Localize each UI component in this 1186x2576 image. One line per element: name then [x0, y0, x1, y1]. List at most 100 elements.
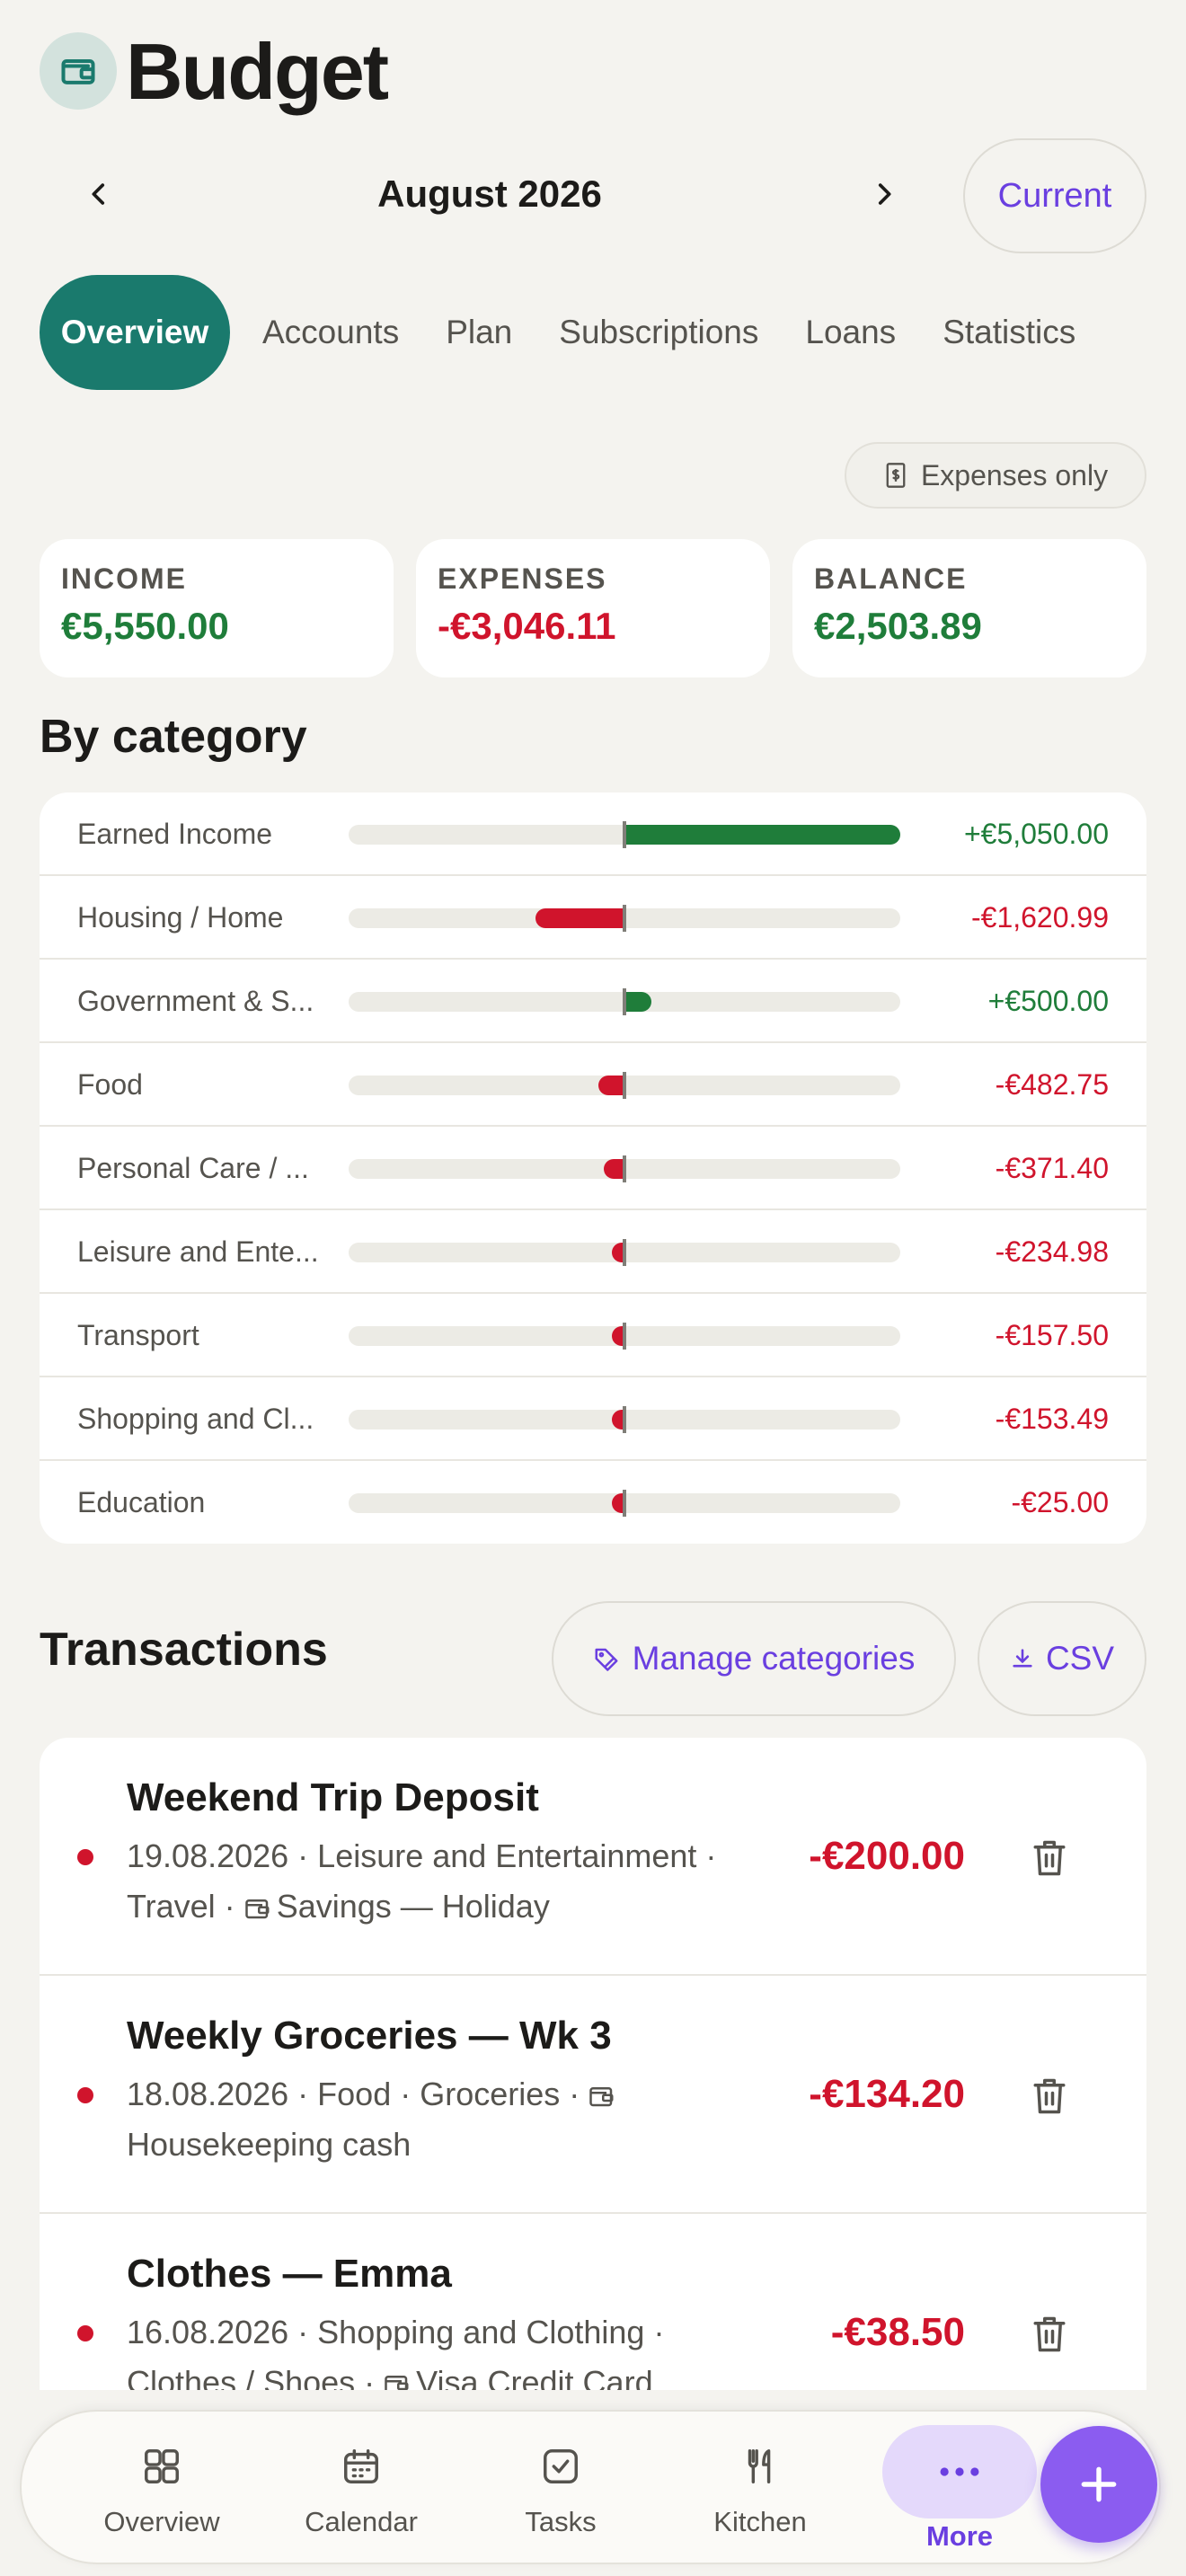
expense-dot	[77, 2087, 93, 2103]
download-icon	[1013, 1649, 1032, 1668]
tab-plan[interactable]: Plan	[422, 275, 535, 390]
trash-icon	[1033, 2078, 1066, 2114]
nav-overview-label: Overview	[103, 2506, 220, 2537]
category-list: Earned Income +€5,050.00 Housing / Home -€1…	[40, 792, 1146, 1544]
category-name: Personal Care / ...	[77, 1152, 309, 1184]
transaction-meta: 19.08.2026 · Leisure and Entertainment ·…	[127, 1831, 774, 1932]
category-bar-track	[349, 1323, 900, 1350]
expenses-only-toggle[interactable]: Expenses only	[845, 442, 1146, 509]
next-month-button[interactable]	[857, 167, 911, 221]
balance-label: BALANCE	[814, 562, 968, 595]
plus-icon	[1081, 2466, 1117, 2502]
trash-icon	[1033, 2316, 1066, 2352]
nav-calendar[interactable]: Calendar	[271, 2412, 451, 2566]
nav-calendar-label: Calendar	[305, 2506, 418, 2537]
category-row[interactable]: Housing / Home -€1,620.99	[40, 876, 1146, 960]
category-bar-track	[349, 905, 900, 932]
chevron-left-icon	[92, 183, 105, 205]
category-row[interactable]: Transport -€157.50	[40, 1294, 1146, 1377]
expenses-label: EXPENSES	[438, 562, 607, 595]
tabs-fade	[1105, 275, 1186, 390]
transaction-amount: -€134.20	[809, 2072, 965, 2116]
category-bar-track	[349, 1406, 900, 1433]
category-row[interactable]: Leisure and Ente... -€234.98	[40, 1210, 1146, 1294]
nav-kitchen[interactable]: Kitchen	[670, 2412, 850, 2566]
category-bar-zero-line	[623, 1406, 626, 1433]
expenses-card: EXPENSES -€3,046.11	[416, 539, 770, 677]
previous-month-button[interactable]	[72, 167, 126, 221]
category-row[interactable]: Food -€482.75	[40, 1043, 1146, 1127]
page-title: Budget	[126, 27, 389, 116]
delete-transaction-button[interactable]	[1026, 1835, 1073, 1881]
category-bar-track	[349, 1072, 900, 1099]
category-amount: -€234.98	[995, 1235, 1109, 1268]
check-square-icon	[544, 2449, 578, 2483]
current-month-button[interactable]: Current	[963, 138, 1146, 253]
category-row[interactable]: Earned Income +€5,050.00	[40, 792, 1146, 876]
trash-icon	[1033, 1840, 1066, 1876]
category-bar-fill	[604, 1159, 624, 1179]
nav-more[interactable]: More	[870, 2412, 1049, 2566]
category-row[interactable]: Government & S... +€500.00	[40, 960, 1146, 1043]
transaction-row[interactable]: Weekend Trip Deposit 19.08.2026 · Leisur…	[40, 1738, 1146, 1976]
receipt-icon	[886, 463, 906, 488]
category-bar-zero-line	[623, 1323, 626, 1350]
wallet-icon	[244, 1899, 270, 1919]
month-label: August 2026	[377, 173, 602, 215]
category-bar-track	[349, 1239, 900, 1266]
category-bar-fill	[624, 992, 652, 1012]
app-logo	[40, 32, 117, 110]
delete-transaction-button[interactable]	[1026, 2073, 1073, 2120]
nav-tasks[interactable]: Tasks	[471, 2412, 651, 2566]
transaction-list: Weekend Trip Deposit 19.08.2026 · Leisur…	[40, 1738, 1146, 2390]
category-bar-track	[349, 1490, 900, 1517]
category-row[interactable]: Shopping and Cl... -€153.49	[40, 1377, 1146, 1461]
tab-loans[interactable]: Loans	[782, 275, 919, 390]
category-name: Food	[77, 1068, 143, 1101]
transaction-row[interactable]: Weekly Groceries — Wk 3 18.08.2026 · Foo…	[40, 1976, 1146, 2214]
category-name: Earned Income	[77, 818, 273, 850]
manage-categories-button[interactable]: Manage categories	[552, 1601, 956, 1716]
transaction-amount: -€38.50	[830, 2310, 965, 2354]
calendar-icon	[344, 2449, 378, 2483]
category-row[interactable]: Education -€25.00	[40, 1461, 1146, 1544]
delete-transaction-button[interactable]	[1026, 2311, 1073, 2358]
tab-subscriptions[interactable]: Subscriptions	[535, 275, 782, 390]
transactions-title: Transactions	[40, 1624, 328, 1676]
transaction-title: Weekend Trip Deposit	[127, 1775, 539, 1819]
category-bar-fill	[597, 1076, 624, 1095]
category-name: Government & S...	[77, 985, 314, 1017]
expense-dot	[77, 2325, 93, 2341]
category-bar-zero-line	[623, 988, 626, 1015]
manage-categories-label: Manage categories	[632, 1640, 916, 1677]
tab-statistics[interactable]: Statistics	[919, 275, 1099, 390]
chevron-right-icon	[878, 183, 891, 205]
category-name: Shopping and Cl...	[77, 1403, 314, 1435]
category-bar-zero-line	[623, 1239, 626, 1266]
grid-icon	[145, 2449, 179, 2483]
category-name: Transport	[77, 1319, 199, 1351]
transaction-title: Clothes — Emma	[127, 2252, 452, 2296]
more-dots-icon	[940, 2467, 979, 2476]
transaction-row[interactable]: Clothes — Emma 16.08.2026 · Shopping and…	[40, 2214, 1146, 2390]
csv-export-button[interactable]: CSV	[978, 1601, 1146, 1716]
csv-label: CSV	[1045, 1640, 1115, 1677]
income-label: INCOME	[61, 562, 187, 595]
expenses-only-label: Expenses only	[920, 458, 1109, 491]
transaction-amount: -€200.00	[809, 1834, 965, 1878]
nav-more-label: More	[925, 2520, 994, 2552]
fork-knife-icon	[748, 2449, 771, 2483]
category-amount: -€482.75	[995, 1068, 1109, 1101]
add-transaction-button[interactable]	[1040, 2426, 1157, 2543]
nav-overview[interactable]: Overview	[72, 2412, 252, 2566]
transaction-account: Savings — Holiday	[276, 1888, 550, 1925]
category-bar-zero-line	[623, 1072, 626, 1099]
tab-accounts[interactable]: Accounts	[239, 275, 422, 390]
transaction-title: Weekly Groceries — Wk 3	[127, 2014, 612, 2058]
category-row[interactable]: Personal Care / ... -€371.40	[40, 1127, 1146, 1210]
category-amount: -€1,620.99	[970, 901, 1109, 934]
transaction-meta: 16.08.2026 · Shopping and Clothing · Clo…	[127, 2307, 711, 2390]
tab-overview[interactable]: Overview	[40, 275, 230, 390]
transaction-details: 18.08.2026 · Food · Groceries ·	[127, 2076, 589, 2112]
transaction-account: Visa Credit Card	[416, 2364, 653, 2390]
